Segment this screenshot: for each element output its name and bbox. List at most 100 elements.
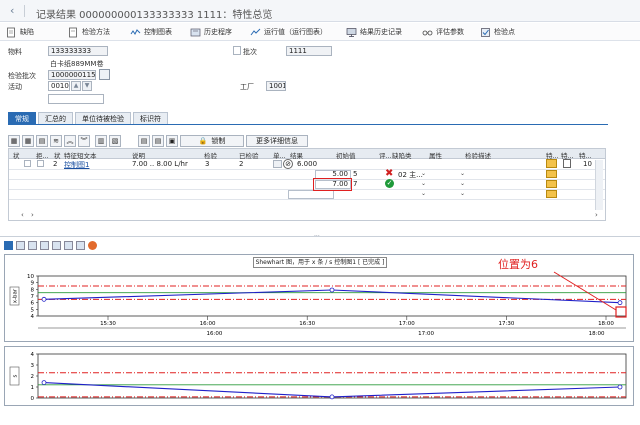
inspected-count: 2 <box>239 160 244 168</box>
defect-doc-icon <box>7 27 15 37</box>
characteristics-table: 状 拒... 状 特征短文本 说明 检验 已检验 单... 结果 初始值 评..… <box>8 148 606 221</box>
table-header: 状 拒... 状 特征短文本 说明 检验 已检验 单... 结果 初始值 评..… <box>9 149 605 160</box>
grid-collapse-up-icon[interactable]: ︽ <box>64 135 76 147</box>
attribute-dropdown-1[interactable]: ⌄ <box>460 170 465 177</box>
chart-zoom-icon[interactable] <box>28 240 37 250</box>
grid-filter-icon[interactable]: ▥ <box>95 135 107 147</box>
toolbar-defects-button[interactable]: 缺陷 <box>6 26 34 38</box>
chart-color-icon[interactable] <box>88 240 97 250</box>
y-axis-label: s <box>13 374 19 377</box>
toolbar-history-button[interactable]: 历史程序 <box>190 26 232 38</box>
scroll-right-icon[interactable]: › <box>31 211 34 219</box>
toolbar-run-chart-button[interactable]: 运行值（运行图表） <box>250 26 327 38</box>
chart-toolbar <box>4 240 144 250</box>
scroll-right-end-icon[interactable]: › <box>595 211 598 219</box>
chart-cursor-icon[interactable] <box>52 240 61 250</box>
toolbar-checkpoint-button[interactable]: 检验点 <box>480 26 515 38</box>
note-pencil-icon[interactable] <box>546 180 557 188</box>
grid-expand-icon[interactable]: ≋ <box>50 135 62 147</box>
annotation-arrow <box>553 271 617 311</box>
operation-text-field <box>48 94 104 104</box>
title-divider <box>24 5 25 17</box>
x-tick-label: 16:30 <box>299 321 315 327</box>
note-pencil-icon[interactable] <box>546 159 557 168</box>
plant-label: 工厂 <box>240 83 254 91</box>
doc-icon <box>69 27 77 37</box>
batch-field: 1111 <box>286 46 332 56</box>
characteristic-link[interactable]: 控制图1 <box>64 160 89 170</box>
char-doc-icon[interactable] <box>563 159 571 168</box>
grid-deselect-icon[interactable]: ▦ <box>22 135 34 147</box>
defect-dropdown-1[interactable]: ⌄ <box>421 170 426 177</box>
col-header-defect-class: 缺陷类 <box>392 152 412 160</box>
unit-doc-icon[interactable] <box>273 160 282 168</box>
operation-field[interactable]: 0010 <box>48 81 70 91</box>
toolbar-result-history-button[interactable]: 结果历史记录 <box>346 26 402 38</box>
operation-up-icon[interactable]: ▲ <box>71 81 81 91</box>
row-checkbox-reject[interactable] <box>24 160 31 167</box>
chart-settings-icon[interactable] <box>76 240 85 250</box>
toolbar-eval-params-label: 评估参数 <box>436 28 464 36</box>
toolbar-eval-params-button[interactable]: 评估参数 <box>422 26 464 38</box>
operation-down-icon[interactable]: ▼ <box>82 81 92 91</box>
defect-dropdown-3[interactable]: ⌄ <box>421 190 426 197</box>
x-tick-label: 18:00 <box>598 321 614 327</box>
tab-identifier[interactable]: 标识符 <box>133 112 168 124</box>
chart-select-icon[interactable] <box>4 240 13 250</box>
toolbar-method-button[interactable]: 检验方法 <box>68 26 110 38</box>
y-tick-label: 0 <box>31 396 35 402</box>
back-arrow-icon[interactable]: ‹ <box>10 5 22 16</box>
chart-hist-icon[interactable] <box>40 240 49 250</box>
data-point <box>41 380 47 385</box>
new-value-field[interactable] <box>288 190 334 199</box>
lock-button[interactable]: 🔒 锁制 <box>180 135 244 147</box>
note-pencil-icon[interactable] <box>546 170 557 178</box>
chart-print-icon[interactable] <box>64 240 73 250</box>
note-pencil-icon[interactable] <box>546 190 557 198</box>
checkpoint-icon <box>481 27 490 37</box>
splitter[interactable] <box>0 236 640 237</box>
grid-settings-icon[interactable]: ▤ <box>152 135 164 147</box>
plant-field: 1001 <box>266 81 286 91</box>
y-tick-label: 7 <box>31 294 35 300</box>
attribute-dropdown-2[interactable]: ⌄ <box>460 180 465 187</box>
grid-select-all-icon[interactable]: ▦ <box>8 135 20 147</box>
vertical-scrollbar[interactable] <box>595 160 603 210</box>
x-date-label: 17:00 <box>418 331 434 337</box>
tab-units-to-inspect[interactable]: 单位待被检验 <box>75 112 131 124</box>
row-divider <box>9 169 605 170</box>
plot-frame <box>37 275 627 317</box>
col-header-initial: 初始值 <box>336 152 356 160</box>
grid-layout-icon[interactable]: ▤ <box>138 135 150 147</box>
grid-sort-icon[interactable]: ▧ <box>109 135 121 147</box>
scroll-left-icon[interactable]: ‹ <box>21 211 24 219</box>
defect-dropdown-2[interactable]: ⌄ <box>421 180 426 187</box>
col-header-result: 结果 <box>290 152 303 160</box>
splitter-grip-icon[interactable]: ··· <box>314 233 320 240</box>
toolbar-checkpoint-label: 检验点 <box>494 28 515 36</box>
lot-detail-icon[interactable] <box>99 69 110 80</box>
tab-general[interactable]: 常规 <box>8 112 36 124</box>
chart-table-icon[interactable] <box>16 240 25 250</box>
grid-collapse-down-icon[interactable]: ︾ <box>78 135 90 147</box>
grid-export-icon[interactable]: ▣ <box>166 135 178 147</box>
last-value: 10 <box>583 160 592 168</box>
lock-icon: 🔒 <box>198 137 208 145</box>
xbar-plot <box>38 271 627 318</box>
accept-check-icon: ✓ <box>385 179 394 188</box>
tab-summary[interactable]: 汇总的 <box>38 112 73 124</box>
col-header-state: 状 <box>54 152 61 160</box>
row-checkbox-state[interactable] <box>37 160 44 167</box>
col-header-reject: 拒... <box>36 152 49 160</box>
grid-details-icon[interactable]: ▤ <box>36 135 48 147</box>
x-tick-label: 16:00 <box>200 321 216 327</box>
y-tick-label: 5 <box>31 307 35 313</box>
y-tick-label: 1 <box>31 385 35 391</box>
row-divider <box>9 179 605 180</box>
toolbar-control-chart-button[interactable]: 控制图表 <box>130 26 172 38</box>
material-description: 白卡纸889MM卷 <box>50 60 104 68</box>
attribute-dropdown-3[interactable]: ⌄ <box>460 190 465 197</box>
more-details-button[interactable]: 更多详细信息 <box>246 135 308 147</box>
col-header-desc: 检验描述 <box>465 152 491 160</box>
col-header-char-3: 特... <box>579 152 592 160</box>
